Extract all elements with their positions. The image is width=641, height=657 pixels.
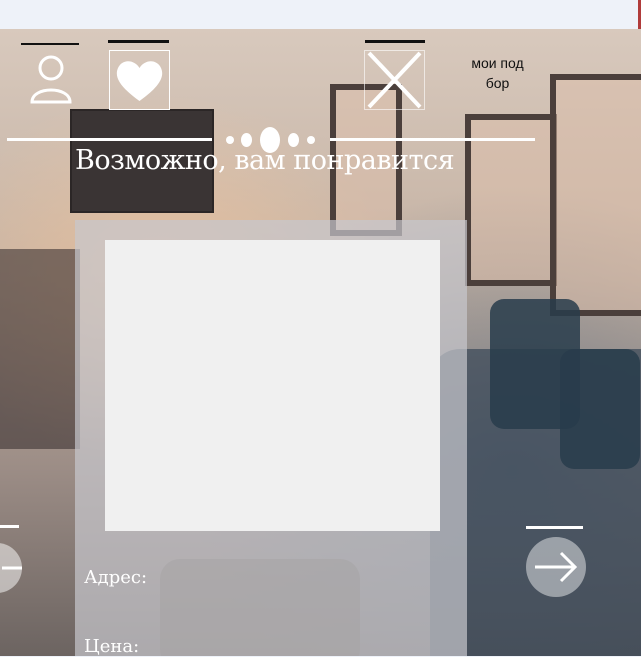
prev-button[interactable] <box>0 540 22 596</box>
browser-top-bar <box>0 0 641 29</box>
profile-button[interactable] <box>27 52 75 106</box>
close-button[interactable] <box>364 50 425 110</box>
profile-indicator-bar <box>21 43 79 45</box>
user-icon <box>30 55 72 104</box>
divider-left <box>7 138 212 141</box>
next-button[interactable] <box>525 536 587 598</box>
address-label: Адрес: <box>84 567 148 588</box>
arrow-left-icon <box>0 543 22 593</box>
favorites-indicator-bar <box>108 40 169 43</box>
card-image-placeholder <box>105 240 440 531</box>
bg-pillow <box>560 349 640 469</box>
pager-dot <box>226 136 234 144</box>
close-icon <box>367 51 422 109</box>
pager-dot <box>307 136 315 144</box>
close-indicator-bar <box>365 40 425 43</box>
favorites-button[interactable] <box>109 50 170 110</box>
page-title: Возможно, вам понравится <box>75 145 455 176</box>
heart-icon <box>116 61 163 101</box>
recommendation-card[interactable]: Адрес: Цена: <box>75 220 467 657</box>
next-indicator-bar <box>526 526 583 529</box>
prev-indicator-bar <box>0 525 19 528</box>
divider-right <box>330 138 535 141</box>
my-picks-link[interactable]: мои подбор <box>470 53 525 93</box>
bg-frame <box>550 74 641 316</box>
price-label: Цена: <box>84 636 140 657</box>
arrow-right-icon <box>526 537 586 597</box>
bg-fireplace <box>0 249 80 449</box>
